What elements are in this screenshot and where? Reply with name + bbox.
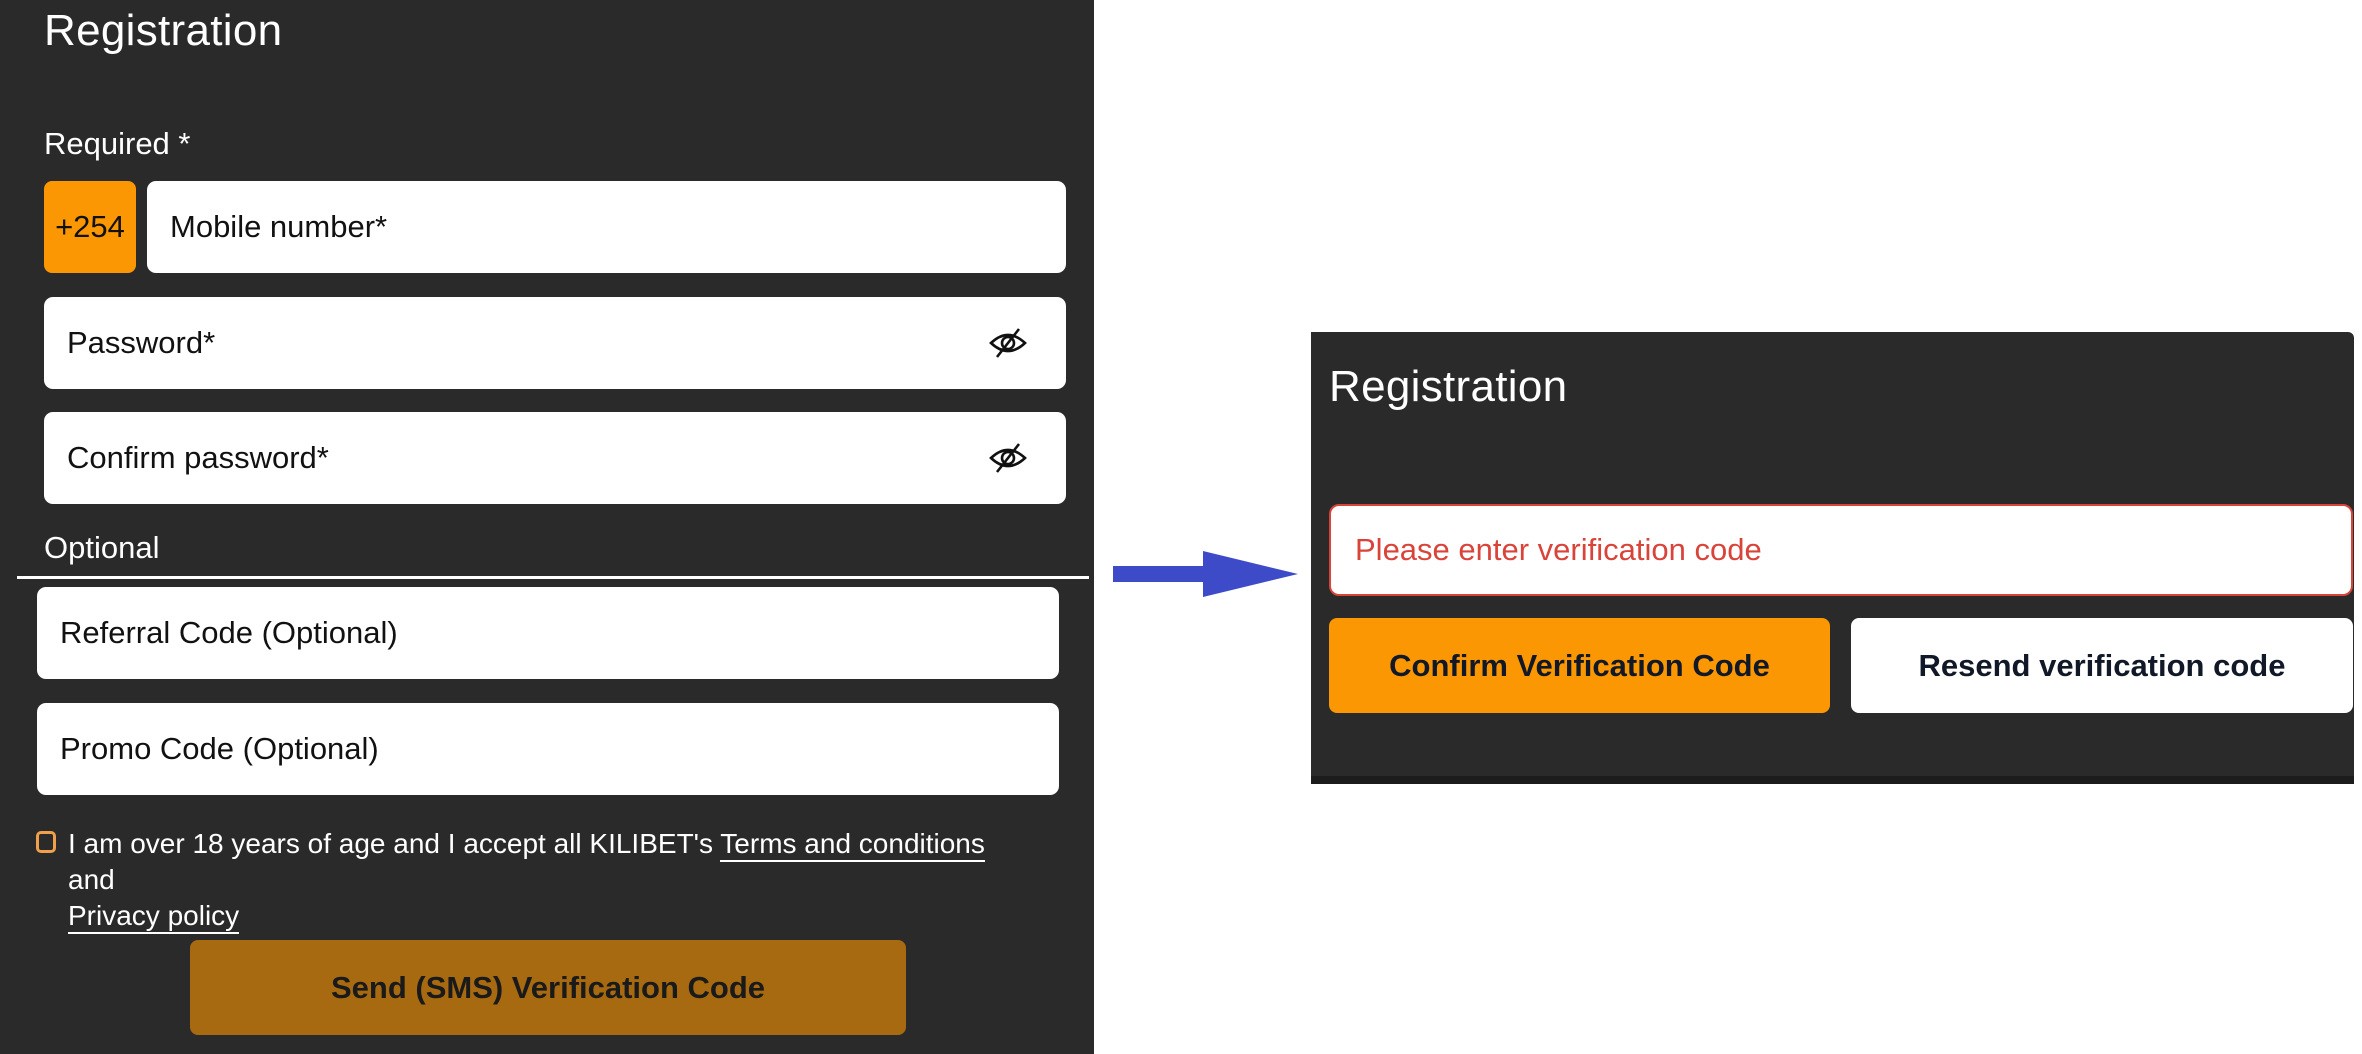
mobile-number-field[interactable] [147, 181, 1066, 273]
verification-panel: Registration Confirm Verification Code R… [1311, 332, 2354, 784]
confirm-password-input[interactable] [67, 412, 1066, 504]
country-code-selector[interactable]: +254 [44, 181, 136, 273]
promo-code-field[interactable] [37, 703, 1059, 795]
optional-section-label: Optional [44, 530, 160, 565]
registration-form-panel: Registration Required * +254 Optional I … [0, 0, 1094, 1054]
referral-code-input[interactable] [60, 587, 1059, 679]
eye-slash-icon[interactable] [988, 326, 1028, 360]
terms-consent: I am over 18 years of age and I accept a… [36, 826, 1036, 934]
password-input[interactable] [67, 297, 1066, 389]
password-field[interactable] [44, 297, 1066, 389]
consent-text-before: I am over 18 years of age and I accept a… [68, 828, 721, 859]
panel-bottom-edge [1311, 776, 2354, 784]
verification-code-field[interactable] [1329, 504, 2353, 596]
privacy-policy-link[interactable]: Privacy policy [68, 900, 240, 934]
resend-verification-code-button[interactable]: Resend verification code [1851, 618, 2353, 713]
required-section-label: Required * [44, 126, 191, 161]
consent-text: I am over 18 years of age and I accept a… [68, 826, 1036, 934]
eye-slash-icon[interactable] [988, 441, 1028, 475]
age-terms-checkbox[interactable] [36, 831, 56, 853]
arrow-right-icon [1113, 551, 1298, 597]
verification-code-input[interactable] [1353, 531, 2351, 569]
terms-and-conditions-link[interactable]: Terms and conditions [720, 828, 985, 862]
send-sms-verification-button[interactable]: Send (SMS) Verification Code [190, 940, 906, 1035]
referral-code-field[interactable] [37, 587, 1059, 679]
mobile-number-input[interactable] [170, 181, 1066, 273]
page-title: Registration [44, 6, 283, 55]
verification-panel-title: Registration [1329, 362, 1568, 411]
promo-code-input[interactable] [60, 703, 1059, 795]
confirm-password-field[interactable] [44, 412, 1066, 504]
section-divider [17, 576, 1089, 579]
consent-text-middle: and [68, 864, 115, 895]
confirm-verification-code-button[interactable]: Confirm Verification Code [1329, 618, 1830, 713]
